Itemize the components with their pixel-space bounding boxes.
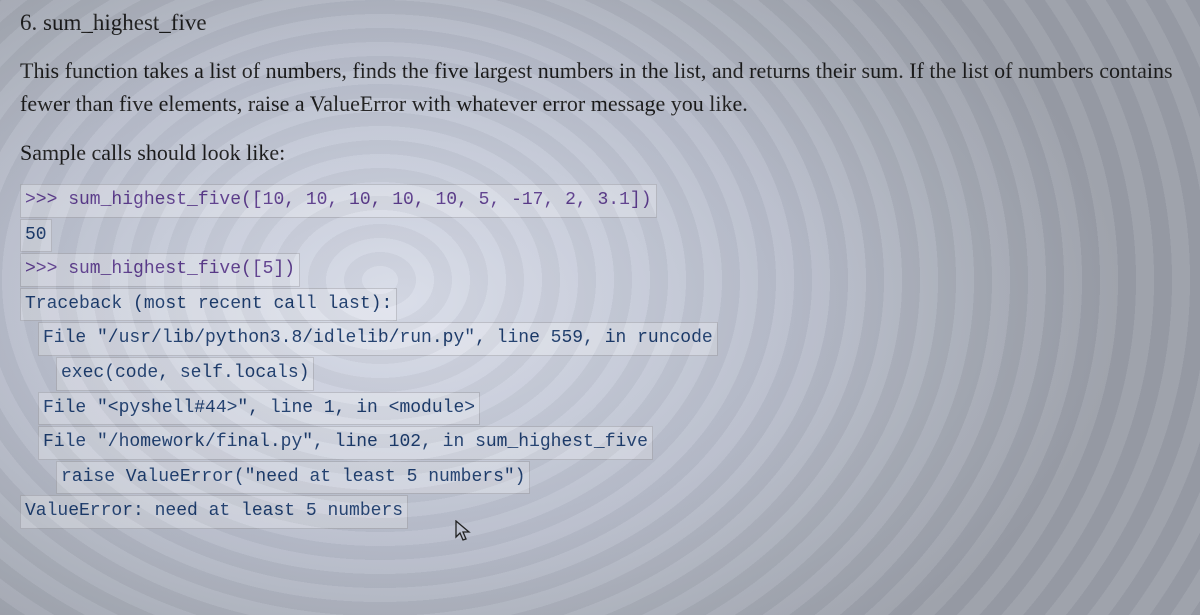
question-heading: 6. sum_highest_five <box>20 10 1180 36</box>
code-line: >>> sum_highest_five([5]) <box>20 253 300 287</box>
code-sample-block: >>> sum_highest_five([10, 10, 10, 10, 10… <box>20 184 1180 530</box>
traceback-line: raise ValueError("need at least 5 number… <box>56 461 530 495</box>
error-line: ValueError: need at least 5 numbers <box>20 495 408 529</box>
code-output: 50 <box>20 219 52 253</box>
question-description: This function takes a list of numbers, f… <box>20 54 1180 120</box>
traceback-header: Traceback (most recent call last): <box>20 288 397 322</box>
code-line: >>> sum_highest_five([10, 10, 10, 10, 10… <box>20 184 657 218</box>
traceback-line: exec(code, self.locals) <box>56 357 314 391</box>
traceback-line: File "<pyshell#44>", line 1, in <module> <box>38 392 480 426</box>
traceback-line: File "/usr/lib/python3.8/idlelib/run.py"… <box>38 322 718 356</box>
sample-calls-lead: Sample calls should look like: <box>20 140 1180 166</box>
traceback-line: File "/homework/final.py", line 102, in … <box>38 426 653 460</box>
